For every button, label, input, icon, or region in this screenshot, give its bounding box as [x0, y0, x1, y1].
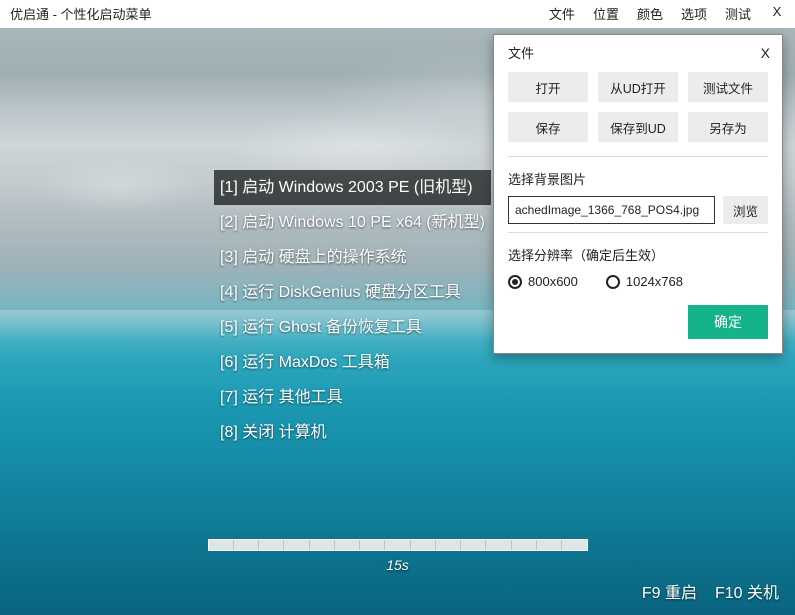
resolution-section: 选择分辨率（确定后生效） 800x600 1024x768: [494, 245, 782, 289]
hotkey-reboot: F9 重启: [642, 579, 697, 603]
resolution-option-label: 800x600: [528, 274, 578, 289]
boot-item-5[interactable]: [5] 运行 Ghost 备份恢复工具: [214, 310, 491, 345]
boot-menu: [1] 启动 Windows 2003 PE (旧机型) [2] 启动 Wind…: [214, 170, 491, 450]
countdown-progress: [208, 539, 588, 551]
file-panel-header: 文件 X: [494, 35, 782, 72]
boot-item-8[interactable]: [8] 关闭 计算机: [214, 415, 491, 450]
background-path-input[interactable]: [508, 196, 715, 224]
boot-item-7[interactable]: [7] 运行 其他工具: [214, 380, 491, 415]
save-to-ud-button[interactable]: 保存到UD: [598, 112, 678, 142]
app-title: 优启通 - 个性化启动菜单: [10, 4, 549, 23]
menu-test[interactable]: 测试: [725, 4, 751, 23]
boot-item-1[interactable]: [1] 启动 Windows 2003 PE (旧机型): [214, 170, 491, 205]
resolution-option-label: 1024x768: [626, 274, 683, 289]
radio-icon: [508, 275, 522, 289]
boot-item-3[interactable]: [3] 启动 硬盘上的操作系统: [214, 240, 491, 275]
resolution-option-800x600[interactable]: 800x600: [508, 274, 578, 289]
test-file-button[interactable]: 测试文件: [688, 72, 768, 102]
background-label: 选择背景图片: [508, 169, 768, 188]
menu-position[interactable]: 位置: [593, 4, 619, 23]
main-menu: 文件 位置 颜色 选项 测试 X: [549, 4, 785, 23]
menu-file[interactable]: 文件: [549, 4, 575, 23]
menu-color[interactable]: 颜色: [637, 4, 663, 23]
menu-options[interactable]: 选项: [681, 4, 707, 23]
boot-item-6[interactable]: [6] 运行 MaxDos 工具箱: [214, 345, 491, 380]
panel-separator: [508, 156, 768, 157]
browse-button[interactable]: 浏览: [723, 196, 768, 224]
file-panel-close-button[interactable]: X: [761, 45, 770, 61]
save-as-button[interactable]: 另存为: [688, 112, 768, 142]
open-from-ud-button[interactable]: 从UD打开: [598, 72, 678, 102]
countdown-area: 15s: [208, 539, 588, 573]
file-button-grid: 打开 从UD打开 测试文件 保存 保存到UD 另存为: [494, 72, 782, 148]
file-panel-title: 文件: [508, 43, 761, 62]
save-button[interactable]: 保存: [508, 112, 588, 142]
file-panel: 文件 X 打开 从UD打开 测试文件 保存 保存到UD 另存为 选择背景图片 浏…: [493, 34, 783, 354]
panel-separator-2: [508, 232, 768, 233]
boot-item-4[interactable]: [4] 运行 DiskGenius 硬盘分区工具: [214, 275, 491, 310]
main-toolbar: 优启通 - 个性化启动菜单 文件 位置 颜色 选项 测试 X: [0, 0, 795, 28]
radio-icon: [606, 275, 620, 289]
resolution-label: 选择分辨率（确定后生效）: [508, 245, 768, 264]
preview-stage: [1] 启动 Windows 2003 PE (旧机型) [2] 启动 Wind…: [0, 28, 795, 615]
confirm-button[interactable]: 确定: [688, 305, 768, 339]
countdown-timer: 15s: [208, 557, 588, 573]
resolution-option-1024x768[interactable]: 1024x768: [606, 274, 683, 289]
open-button[interactable]: 打开: [508, 72, 588, 102]
hotkey-shutdown: F10 关机: [715, 579, 779, 603]
boot-item-2[interactable]: [2] 启动 Windows 10 PE x64 (新机型): [214, 205, 491, 240]
app-close-button[interactable]: X: [769, 4, 785, 23]
hotkey-hints: F9 重启 F10 关机: [642, 579, 779, 603]
background-section: 选择背景图片 浏览: [494, 169, 782, 224]
